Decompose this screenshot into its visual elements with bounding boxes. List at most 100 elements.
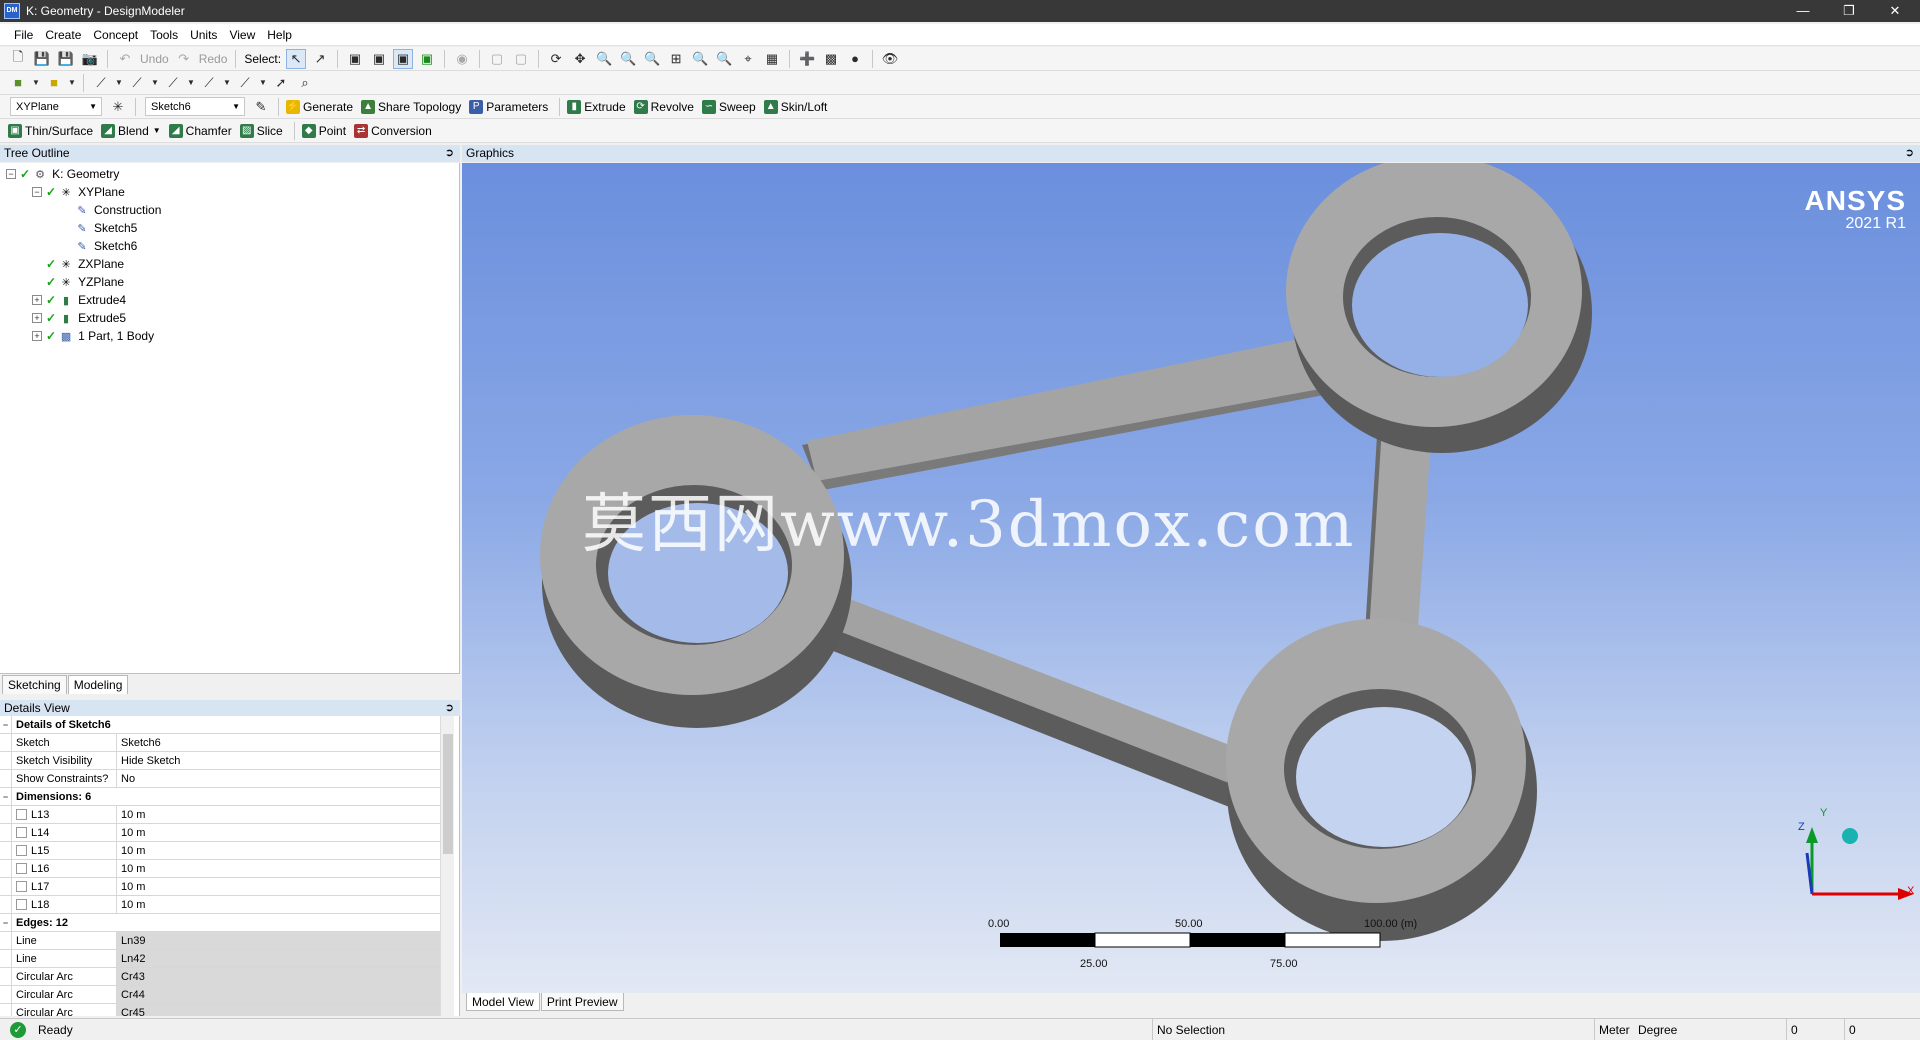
line-tool-5-icon[interactable]: ⟋ [235, 73, 255, 93]
dropdown-arrow-icon[interactable]: ▼ [115, 73, 123, 93]
dimension-row[interactable]: L14 10 m [0, 824, 440, 842]
minimize-button[interactable]: — [1780, 0, 1826, 22]
zoom-fit-icon[interactable]: ⊞ [666, 49, 686, 69]
display-mode-icon[interactable]: ■ [8, 73, 28, 93]
points-icon[interactable]: ● [845, 49, 865, 69]
dropdown-arrow-icon[interactable]: ▼ [32, 73, 40, 93]
dropdown-arrow-icon[interactable]: ▼ [68, 73, 76, 93]
new-plane-icon[interactable]: ✳ [108, 97, 128, 117]
tree-item-part-body[interactable]: + ✓ ▩ 1 Part, 1 Body [32, 327, 154, 345]
graphics-viewport[interactable]: ANSYS 2021 R1 莫西网www.3dmox.com 0.00 50.0… [462, 163, 1920, 993]
sketch-select[interactable]: Sketch6 ▼ [145, 97, 245, 116]
slice-button[interactable]: ▨ Slice [239, 123, 283, 138]
new-icon[interactable]: 🗋 [8, 49, 28, 69]
tab-print-preview[interactable]: Print Preview [540, 993, 624, 1011]
details-row[interactable]: Sketch Sketch6 [0, 734, 440, 752]
tree-item-sketch5[interactable]: ✎ Sketch5 [74, 219, 137, 237]
tree-item-construction[interactable]: ✎ Construction [74, 201, 161, 219]
plane-select[interactable]: XYPlane ▼ [10, 97, 102, 116]
line-tool-2-icon[interactable]: ⟋ [127, 73, 147, 93]
tree-item-extrude5[interactable]: + ✓ ▮ Extrude5 [32, 309, 126, 327]
tab-model-view[interactable]: Model View [466, 993, 540, 1011]
undo-button[interactable]: Undo [140, 52, 169, 66]
dimension-row[interactable]: L13 10 m [0, 806, 440, 824]
menu-view[interactable]: View [223, 28, 261, 42]
pin-icon[interactable]: ➲ [1905, 145, 1914, 162]
details-row[interactable]: Show Constraints? No [0, 770, 440, 788]
new-sketch-icon[interactable]: ✎ [251, 97, 271, 117]
magnifier-icon[interactable]: 🔍 [690, 49, 710, 69]
blend-button[interactable]: ◢ Blend ▼ [101, 123, 161, 138]
tree-item-geometry[interactable]: − ✓ ⚙ K: Geometry [6, 165, 119, 183]
pin-icon[interactable]: ➲ [445, 145, 454, 162]
select-bodies-icon[interactable]: ▣ [417, 49, 437, 69]
tree-item-yzplane[interactable]: ✓ ✳ YZPlane [46, 273, 124, 291]
undo-icon[interactable]: ↶ [115, 49, 135, 69]
edge-row[interactable]: Circular Arc Cr44 [0, 986, 440, 1004]
model-edges-icon[interactable]: ▩ [821, 49, 841, 69]
zoom-icon[interactable]: 🔍 [594, 49, 614, 69]
dimension-row[interactable]: L17 10 m [0, 878, 440, 896]
details-group[interactable]: − Edges: 12 [0, 914, 440, 932]
redo-button[interactable]: Redo [199, 52, 228, 66]
save-icon[interactable]: 💾 [32, 49, 52, 69]
pointer-tool-icon[interactable]: ➚ [271, 73, 291, 93]
thin-surface-button[interactable]: ▣ Thin/Surface [8, 123, 93, 138]
line-tool-icon[interactable]: ⟋ [91, 73, 111, 93]
share-topology-button[interactable]: ▲ Share Topology [361, 99, 461, 114]
menu-concept[interactable]: Concept [87, 28, 144, 42]
previous-view-icon[interactable]: 🔍 [714, 49, 734, 69]
sweep-button[interactable]: ∽ Sweep [701, 99, 756, 114]
point-button[interactable]: ◆ Point [301, 123, 346, 138]
details-group[interactable]: − Dimensions: 6 [0, 788, 440, 806]
select-edges-icon[interactable]: ▣ [369, 49, 389, 69]
parameters-button[interactable]: P Parameters [469, 99, 548, 114]
menu-help[interactable]: Help [261, 28, 298, 42]
dimension-row[interactable]: L16 10 m [0, 860, 440, 878]
dropdown-arrow-icon[interactable]: ▼ [187, 73, 195, 93]
select-filter-icon[interactable]: ↗ [310, 49, 330, 69]
details-row[interactable]: Sketch Visibility Hide Sketch [0, 752, 440, 770]
iso-view-icon[interactable]: ⌖ [738, 49, 758, 69]
rotate-icon[interactable]: ⟳ [546, 49, 566, 69]
tab-sketching[interactable]: Sketching [2, 675, 67, 694]
menu-create[interactable]: Create [39, 28, 87, 42]
save-as-icon[interactable]: 💾 [56, 49, 76, 69]
look-at-icon[interactable]: 👁 [880, 49, 900, 69]
close-button[interactable]: ✕ [1872, 0, 1918, 22]
edge-row[interactable]: Circular Arc Cr43 [0, 968, 440, 986]
construction-tool-icon[interactable]: ⌕ [295, 73, 315, 93]
select-points-icon[interactable]: ▣ [345, 49, 365, 69]
select-mode-icon[interactable]: ↖ [286, 48, 307, 69]
axis-icon[interactable]: ➕ [797, 49, 817, 69]
revolve-button[interactable]: ⟳ Revolve [633, 99, 694, 114]
expand-icon[interactable]: ▢ [487, 49, 507, 69]
pan-icon[interactable]: ✥ [570, 49, 590, 69]
edge-row[interactable]: Circular Arc Cr45 [0, 1004, 440, 1016]
details-group[interactable]: − Details of Sketch6 [0, 716, 440, 734]
color-mode-icon[interactable]: ■ [44, 73, 64, 93]
skin-loft-button[interactable]: ▲ Skin/Loft [763, 99, 827, 114]
tree-item-extrude4[interactable]: + ✓ ▮ Extrude4 [32, 291, 126, 309]
shrink-icon[interactable]: ▢ [511, 49, 531, 69]
zoom-box-icon[interactable]: 🔍 [642, 49, 662, 69]
menu-tools[interactable]: Tools [144, 28, 184, 42]
zoom-in-icon[interactable]: 🔍 [618, 49, 638, 69]
tree-item-zxplane[interactable]: ✓ ✳ ZXPlane [46, 255, 124, 273]
tree-item-xyplane[interactable]: − ✓ ✳ XYPlane [32, 183, 125, 201]
pin-icon[interactable]: ➲ [445, 700, 454, 717]
extend-icon[interactable]: ◉ [452, 49, 472, 69]
line-tool-3-icon[interactable]: ⟋ [163, 73, 183, 93]
extrude-button[interactable]: ▮ Extrude [567, 99, 626, 114]
chamfer-button[interactable]: ◢ Chamfer [168, 123, 232, 138]
edge-row[interactable]: Line Ln39 [0, 932, 440, 950]
menu-units[interactable]: Units [184, 28, 223, 42]
dropdown-arrow-icon[interactable]: ▼ [223, 73, 231, 93]
dropdown-arrow-icon[interactable]: ▼ [259, 73, 267, 93]
display-plane-icon[interactable]: ▦ [762, 49, 782, 69]
tree-item-sketch6[interactable]: ✎ Sketch6 [74, 237, 137, 255]
details-scrollbar[interactable] [440, 716, 454, 1016]
line-tool-4-icon[interactable]: ⟋ [199, 73, 219, 93]
dropdown-arrow-icon[interactable]: ▼ [151, 73, 159, 93]
menu-file[interactable]: File [8, 28, 39, 42]
